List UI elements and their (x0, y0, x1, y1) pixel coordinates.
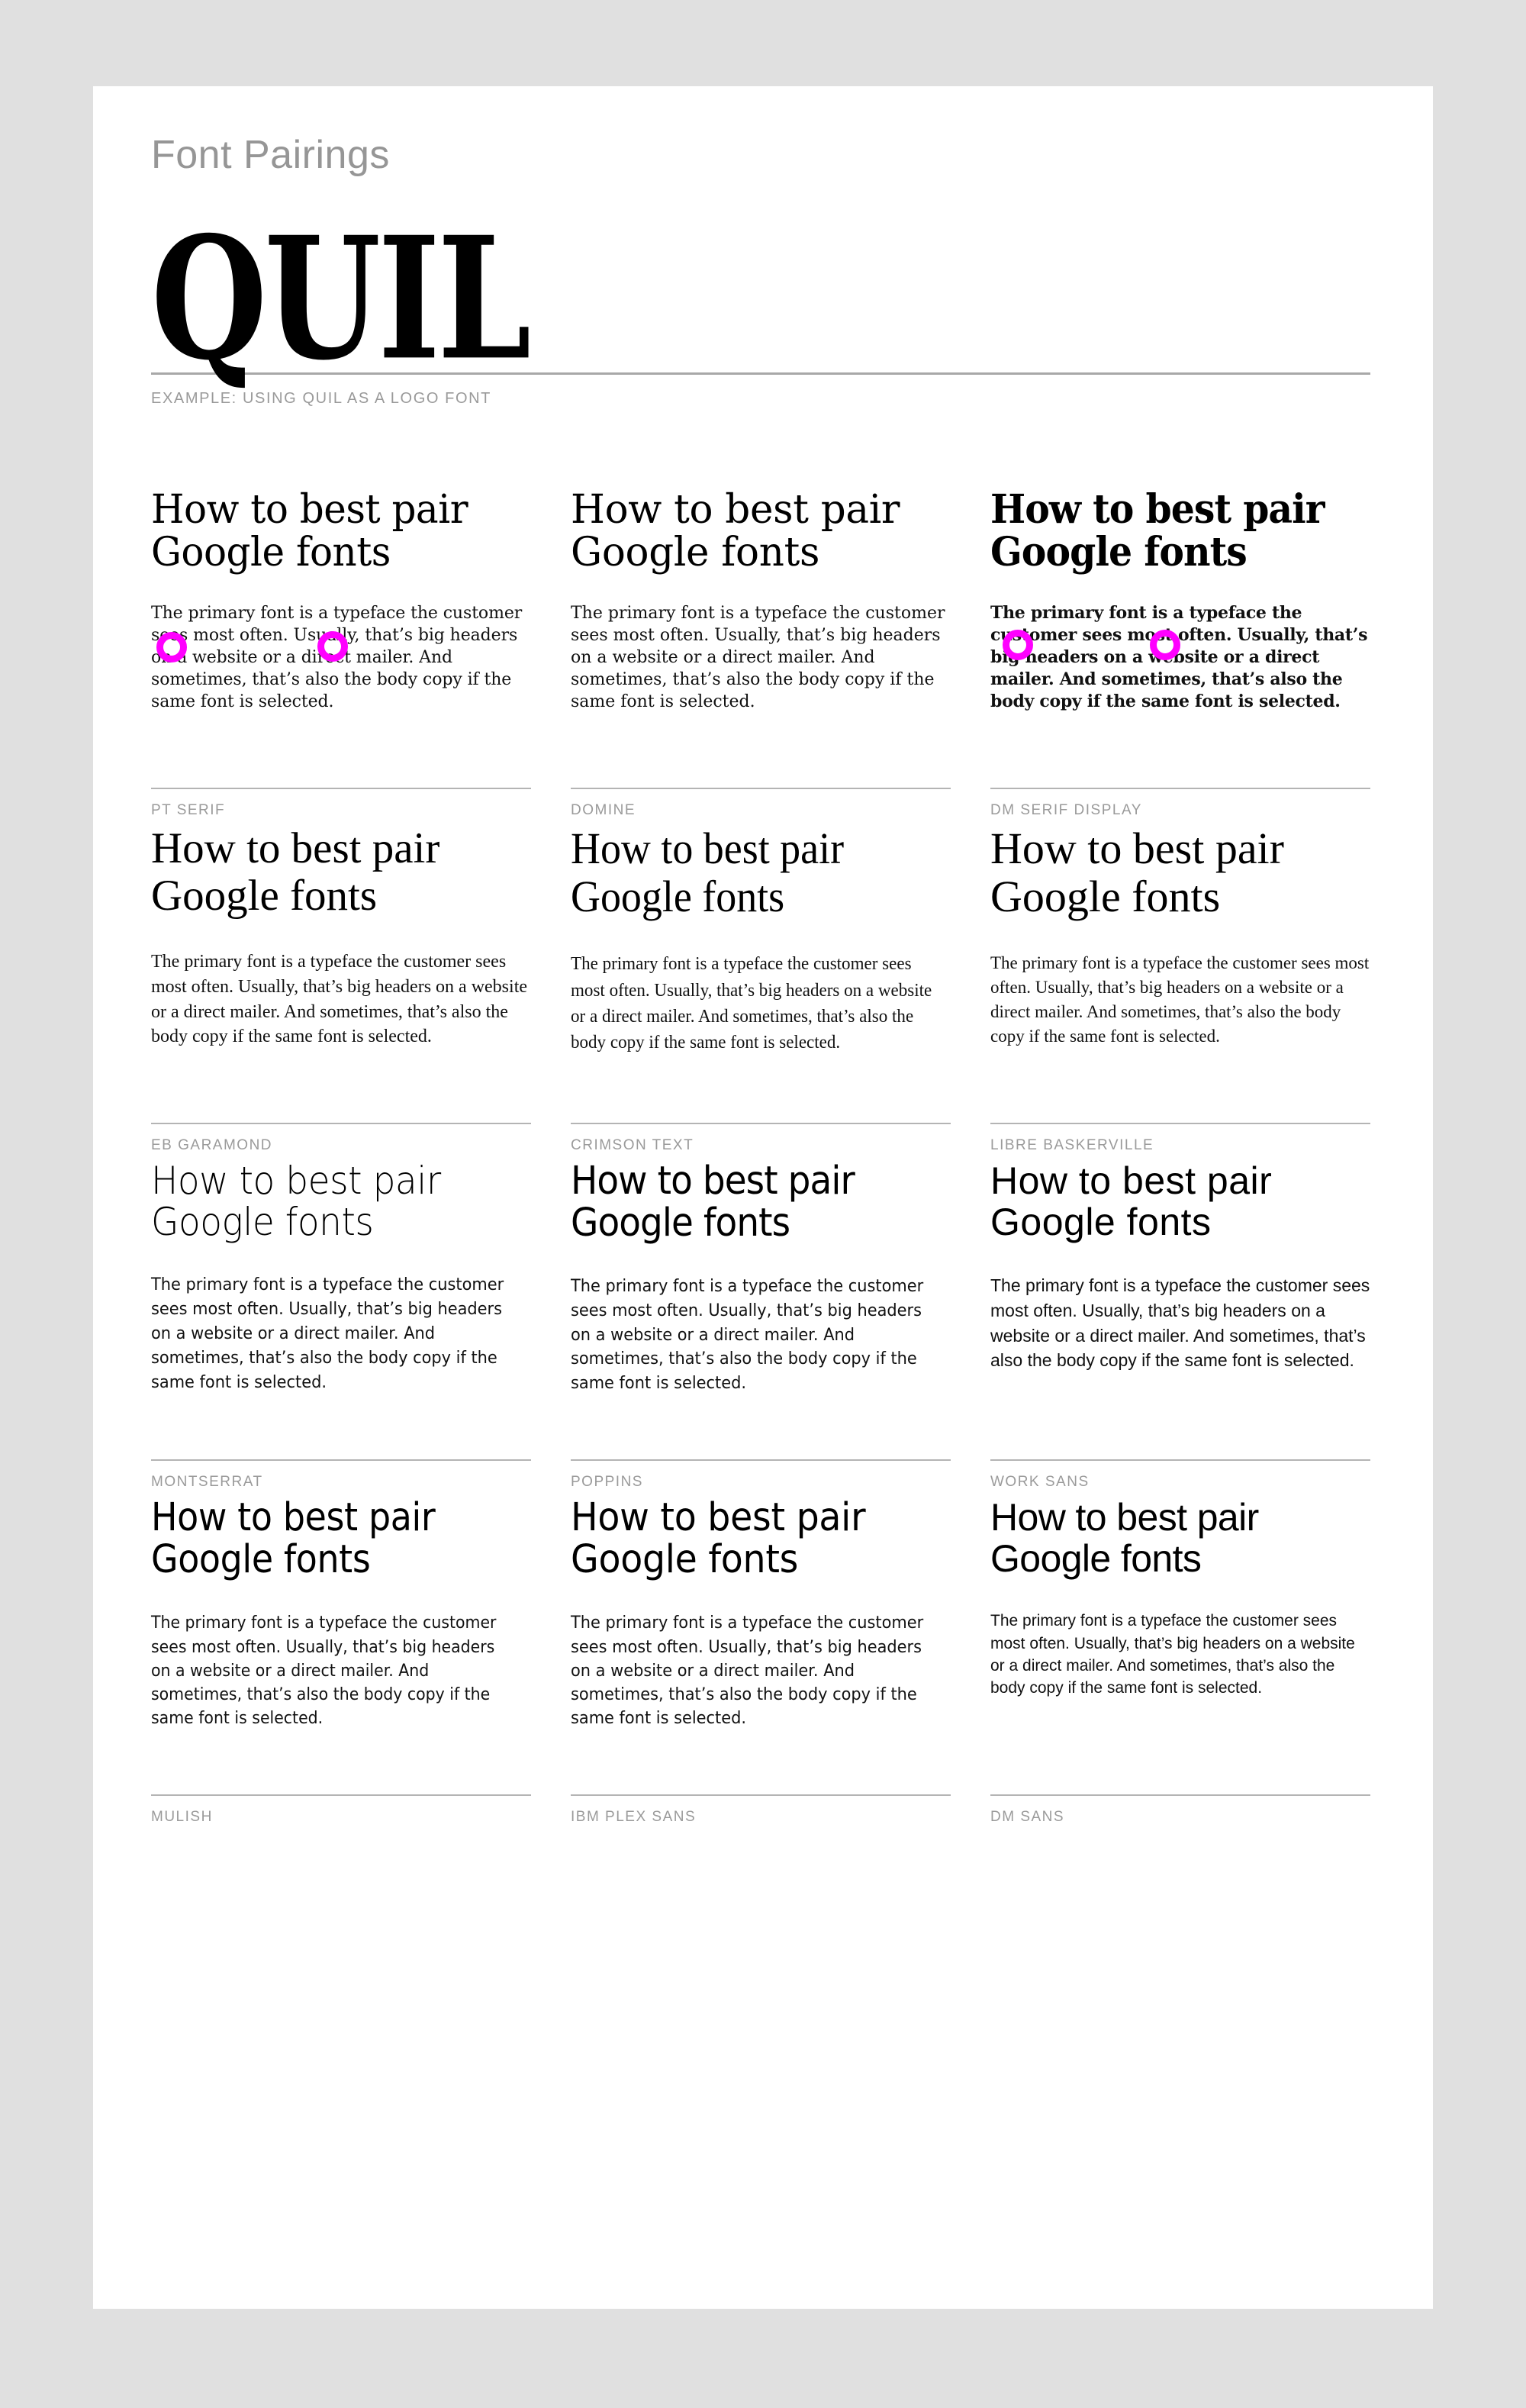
specimen-heading: How to best pair Google fonts (571, 487, 900, 576)
font-card-specimen: How to best pair Google fonts The primary… (990, 1491, 1370, 1794)
card-divider (571, 788, 951, 790)
font-card[interactable]: How to best pair Google fonts The primary… (571, 819, 951, 1154)
font-card-specimen: How to best pair Google fonts The primary… (990, 819, 1370, 1123)
font-name-label: MONTSERRAT (151, 1474, 263, 1491)
specimen-body-copy: The primary font is a typeface the custo… (990, 1275, 1370, 1371)
specimen-heading: How to best pair Google fonts (571, 1159, 855, 1246)
font-card[interactable]: How to best pair Google fonts The primary… (990, 484, 1370, 819)
logo-word: QUIL (151, 200, 531, 398)
specimen-body-copy: The primary font is a typeface the custo… (571, 954, 932, 1052)
font-name-label: IBM PLEX SANS (571, 1809, 697, 1826)
specimen-heading: How to best pair Google fonts (571, 824, 845, 921)
specimen-body-copy: The primary font is a typeface the custo… (151, 1613, 497, 1729)
font-card-grid: How to best pair Google fonts The primary… (151, 484, 1370, 1826)
specimen-body-copy: The primary font is a typeface the custo… (990, 602, 1368, 711)
font-name-label: LIBRE BASKERVILLE (990, 1137, 1154, 1154)
font-card[interactable]: How to best pair Google fonts The primary… (571, 1154, 951, 1491)
card-divider (571, 1123, 951, 1125)
font-name-label: MULISH (151, 1809, 213, 1826)
card-divider (151, 1123, 531, 1125)
font-card[interactable]: How to best pair Google fonts The primary… (571, 484, 951, 819)
font-name-label: WORK SANS (990, 1474, 1090, 1491)
font-card-specimen: How to best pair Google fonts The primary… (571, 1491, 951, 1794)
card-divider (151, 1459, 531, 1462)
card-divider (990, 1123, 1370, 1125)
card-divider (151, 1794, 531, 1797)
font-card-specimen: How to best pair Google fonts The primary… (151, 484, 531, 788)
font-card-specimen: How to best pair Google fonts The primary… (571, 1154, 951, 1459)
font-card[interactable]: How to best pair Google fonts The primary… (990, 819, 1370, 1154)
font-card-specimen: How to best pair Google fonts The primary… (151, 1154, 531, 1459)
specimen-heading: How to best pair Google fonts (151, 824, 440, 920)
font-card-specimen: How to best pair Google fonts The primary… (990, 1154, 1370, 1459)
page-content: Font Pairings QUIL EXAMPLE: USING QUIL A… (151, 86, 1370, 1826)
specimen-heading: How to best pair Google fonts (151, 1495, 436, 1583)
font-name-label: CRIMSON TEXT (571, 1137, 694, 1154)
card-divider (571, 1459, 951, 1462)
font-card[interactable]: How to best pair Google fonts The primary… (151, 1154, 531, 1491)
font-card-specimen: How to best pair Google fonts The primary… (990, 484, 1370, 788)
font-name-label: PT SERIF (151, 802, 226, 819)
specimen-body-copy: The primary font is a typeface the custo… (151, 1275, 504, 1392)
font-name-label: DM SERIF DISPLAY (990, 802, 1142, 819)
page-title: Font Pairings (151, 133, 390, 177)
specimen-body-copy: The primary font is a typeface the custo… (151, 603, 523, 711)
specimen-heading: How to best pair Google fonts (151, 487, 468, 576)
specimen-heading: How to best pair Google fonts (990, 824, 1284, 921)
card-divider (990, 1794, 1370, 1797)
page-sheet: Font Pairings QUIL EXAMPLE: USING QUIL A… (93, 86, 1433, 2309)
specimen-body-copy: The primary font is a typeface the custo… (990, 1612, 1355, 1697)
specimen-heading: How to best pair Google fonts (990, 486, 1325, 576)
card-divider (990, 788, 1370, 790)
font-card[interactable]: How to best pair Google fonts The primary… (151, 819, 531, 1154)
font-name-label: EB GARAMOND (151, 1137, 273, 1154)
font-card[interactable]: How to best pair Google fonts The primary… (571, 1491, 951, 1826)
specimen-body-copy: The primary font is a typeface the custo… (151, 952, 528, 1047)
card-divider (990, 1459, 1370, 1462)
font-name-label: DOMINE (571, 802, 636, 819)
specimen-heading: How to best pair Google fonts (990, 1159, 1273, 1244)
card-divider (571, 1794, 951, 1797)
specimen-heading: How to best pair Google fonts (151, 1159, 441, 1245)
font-card[interactable]: How to best pair Google fonts The primary… (990, 1154, 1370, 1491)
font-card-specimen: How to best pair Google fonts The primary… (571, 484, 951, 788)
font-card[interactable]: How to best pair Google fonts The primary… (990, 1491, 1370, 1826)
card-divider (151, 788, 531, 790)
specimen-body-copy: The primary font is a typeface the custo… (571, 1613, 924, 1729)
font-card[interactable]: How to best pair Google fonts The primary… (151, 1491, 531, 1826)
logo-specimen: QUIL (151, 214, 1370, 382)
font-name-label: POPPINS (571, 1474, 643, 1491)
specimen-heading: How to best pair Google fonts (990, 1496, 1259, 1581)
specimen-body-copy: The primary font is a typeface the custo… (571, 603, 945, 711)
specimen-heading: How to best pair Google fonts (571, 1495, 866, 1583)
specimen-body-copy: The primary font is a typeface the custo… (990, 953, 1370, 1046)
font-card[interactable]: How to best pair Google fonts The primary… (151, 484, 531, 819)
font-name-label: DM SANS (990, 1809, 1065, 1826)
font-card-specimen: How to best pair Google fonts The primary… (571, 819, 951, 1123)
font-card-specimen: How to best pair Google fonts The primary… (151, 1491, 531, 1794)
specimen-body-copy: The primary font is a typeface the custo… (571, 1277, 924, 1394)
font-card-specimen: How to best pair Google fonts The primary… (151, 819, 531, 1123)
